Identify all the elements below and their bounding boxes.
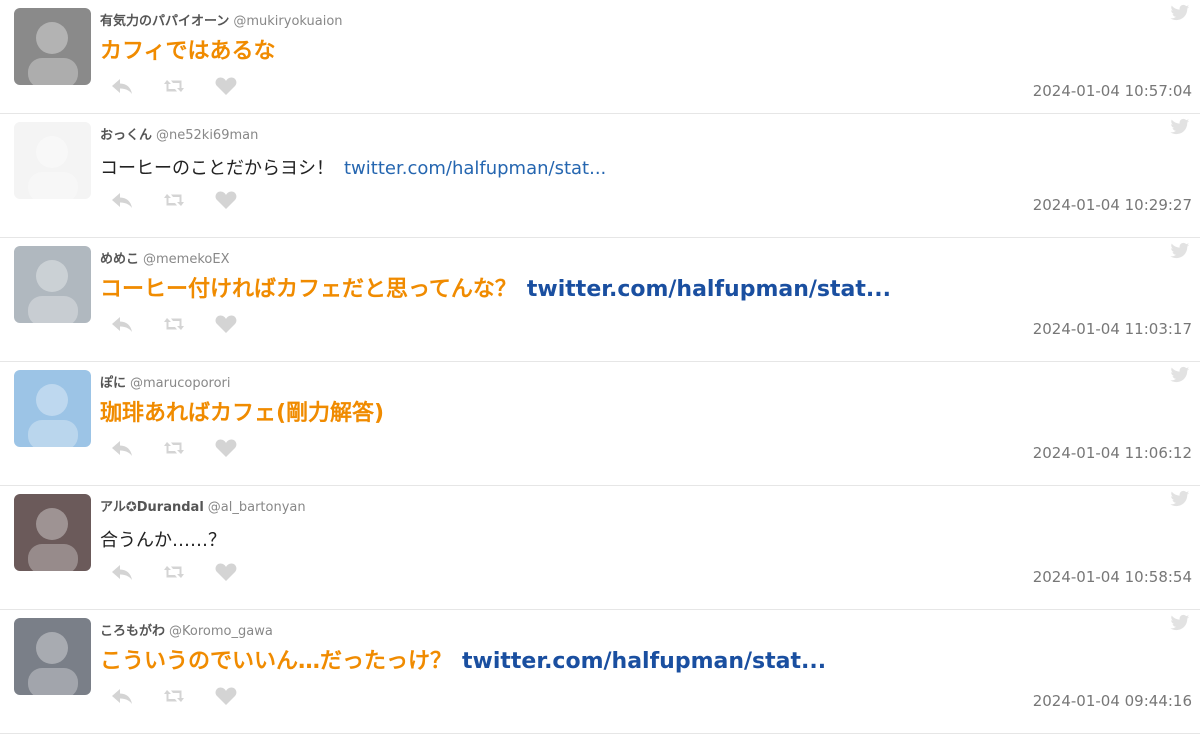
- user-handle[interactable]: @ne52ki69man: [156, 128, 258, 143]
- heart-icon[interactable]: [214, 562, 238, 582]
- tweet-actions: [110, 686, 238, 706]
- reply-icon[interactable]: [110, 686, 134, 706]
- user-line: アル✪Durandal @al_bartonyan: [100, 496, 306, 515]
- user-line: おっくん @ne52ki69man: [100, 124, 258, 143]
- reply-icon[interactable]: [110, 76, 134, 96]
- twitter-bird-icon: [1170, 242, 1190, 260]
- twitter-bird-icon: [1170, 118, 1190, 136]
- reply-icon[interactable]: [110, 190, 134, 210]
- twitter-bird-icon: [1170, 366, 1190, 384]
- avatar[interactable]: [14, 246, 91, 323]
- retweet-icon[interactable]: [162, 76, 186, 96]
- avatar[interactable]: [14, 122, 91, 199]
- tweet-feed: 有気力のパパイオーン @mukiryokuaion カフィではあるな 2024-0…: [0, 0, 1200, 734]
- timestamp[interactable]: 2024-01-04 11:03:17: [1033, 320, 1192, 338]
- twitter-bird-icon: [1170, 4, 1190, 22]
- retweet-icon[interactable]: [162, 438, 186, 458]
- user-line: 有気力のパパイオーン @mukiryokuaion: [100, 10, 343, 29]
- tweet: 有気力のパパイオーン @mukiryokuaion カフィではあるな 2024-0…: [0, 0, 1200, 114]
- display-name[interactable]: ころもがわ: [100, 624, 165, 639]
- heart-icon[interactable]: [214, 314, 238, 334]
- tweet-link[interactable]: twitter.com/halfupman/stat...: [462, 649, 826, 674]
- avatar[interactable]: [14, 370, 91, 447]
- user-handle[interactable]: @mukiryokuaion: [233, 14, 342, 29]
- tweet-actions: [110, 76, 238, 96]
- tweet: めめこ @memekoEX コーヒー付ければカフェだと思ってんな？ twitter.…: [0, 238, 1200, 362]
- tweet-text: 珈琲あればカフェ(剛力解答): [100, 395, 384, 427]
- heart-icon[interactable]: [214, 190, 238, 210]
- tweet-body: カフィではあるな: [100, 39, 276, 64]
- tweet: ころもがわ @Koromo_gawa こういうのでいいん…だったっけ？ twitte…: [0, 610, 1200, 734]
- retweet-icon[interactable]: [162, 190, 186, 210]
- tweet-text: 合うんか……？: [100, 526, 226, 552]
- display-name[interactable]: おっくん: [100, 128, 152, 143]
- user-line: ぽに @marucopororі: [100, 372, 231, 391]
- tweet-text: コーヒーのことだからヨシ！ twitter.com/halfupman/stat.…: [100, 154, 606, 180]
- tweet-actions: [110, 438, 238, 458]
- tweet-body: 合うんか……？: [100, 530, 226, 551]
- timestamp[interactable]: 2024-01-04 10:58:54: [1033, 568, 1192, 586]
- user-handle[interactable]: @al_bartonyan: [208, 500, 306, 515]
- tweet: アル✪Durandal @al_bartonyan 合うんか……？ 2024-01…: [0, 486, 1200, 610]
- display-name[interactable]: めめこ: [100, 252, 139, 267]
- avatar[interactable]: [14, 618, 91, 695]
- tweet-body: こういうのでいいん…だったっけ？: [100, 649, 453, 674]
- tweet-actions: [110, 190, 238, 210]
- retweet-icon[interactable]: [162, 686, 186, 706]
- tweet-body: コーヒー付ければカフェだと思ってんな？: [100, 277, 517, 302]
- user-handle[interactable]: @Koromo_gawa: [169, 624, 273, 639]
- timestamp[interactable]: 2024-01-04 11:06:12: [1033, 444, 1192, 462]
- tweet: ぽに @marucopororі 珈琲あればカフェ(剛力解答) 2024-01-0…: [0, 362, 1200, 486]
- tweet-text: カフィではあるな: [100, 33, 276, 65]
- tweet-link[interactable]: twitter.com/halfupman/stat...: [527, 277, 891, 302]
- display-name[interactable]: ぽに: [100, 376, 126, 391]
- user-line: めめこ @memekoEX: [100, 248, 229, 267]
- heart-icon[interactable]: [214, 686, 238, 706]
- reply-icon[interactable]: [110, 438, 134, 458]
- display-name[interactable]: アル✪Durandal: [100, 500, 204, 515]
- timestamp[interactable]: 2024-01-04 09:44:16: [1033, 692, 1192, 710]
- twitter-bird-icon: [1170, 490, 1190, 508]
- reply-icon[interactable]: [110, 562, 134, 582]
- user-line: ころもがわ @Koromo_gawa: [100, 620, 273, 639]
- tweet-actions: [110, 562, 238, 582]
- user-handle[interactable]: @marucopororі: [130, 376, 231, 391]
- display-name[interactable]: 有気力のパパイオーン: [100, 14, 229, 29]
- twitter-bird-icon: [1170, 614, 1190, 632]
- avatar[interactable]: [14, 494, 91, 571]
- reply-icon[interactable]: [110, 314, 134, 334]
- user-handle[interactable]: @memekoEX: [143, 252, 229, 267]
- heart-icon[interactable]: [214, 76, 238, 96]
- tweet-body: コーヒーのことだからヨシ！: [100, 158, 334, 179]
- avatar[interactable]: [14, 8, 91, 85]
- timestamp[interactable]: 2024-01-04 10:57:04: [1033, 82, 1192, 100]
- tweet-actions: [110, 314, 238, 334]
- retweet-icon[interactable]: [162, 562, 186, 582]
- tweet-text: こういうのでいいん…だったっけ？ twitter.com/halfupman/st…: [100, 643, 826, 675]
- tweet-text: コーヒー付ければカフェだと思ってんな？ twitter.com/halfupman…: [100, 271, 891, 303]
- retweet-icon[interactable]: [162, 314, 186, 334]
- tweet-body: 珈琲あればカフェ(剛力解答): [100, 401, 385, 426]
- tweet: おっくん @ne52ki69man コーヒーのことだからヨシ！ twitter.co…: [0, 114, 1200, 238]
- tweet-link[interactable]: twitter.com/halfupman/stat...: [344, 158, 606, 179]
- timestamp[interactable]: 2024-01-04 10:29:27: [1033, 196, 1192, 214]
- heart-icon[interactable]: [214, 438, 238, 458]
